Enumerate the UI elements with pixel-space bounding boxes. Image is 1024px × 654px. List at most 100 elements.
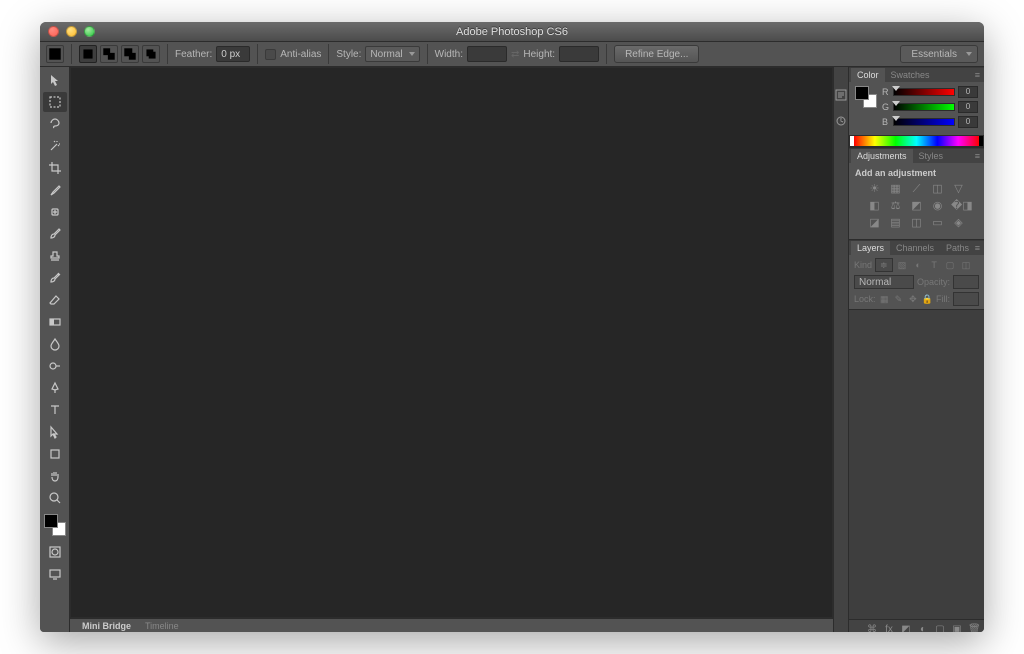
blend-mode-dropdown[interactable]: Normal	[854, 275, 914, 289]
channel-mixer-icon[interactable]: �◨	[951, 200, 966, 213]
bw-adjustment-icon[interactable]: ◩	[909, 200, 924, 213]
mask-icon[interactable]: ◩	[900, 624, 912, 632]
gradient-tool[interactable]	[43, 312, 67, 332]
gradient-map-icon[interactable]: ▭	[930, 217, 945, 230]
minimize-window-button[interactable]	[66, 26, 77, 37]
dodge-tool[interactable]	[43, 356, 67, 376]
refine-edge-button[interactable]: Refine Edge...	[614, 45, 699, 63]
selective-color-icon[interactable]: ◈	[951, 217, 966, 230]
r-slider[interactable]	[893, 88, 955, 96]
adjustment-layer-icon[interactable]: ◐	[917, 624, 929, 632]
color-spectrum[interactable]	[849, 135, 984, 147]
layers-tab[interactable]: Layers	[851, 241, 890, 255]
brush-tool[interactable]	[43, 224, 67, 244]
paths-tab[interactable]: Paths	[940, 241, 975, 255]
b-slider[interactable]	[893, 118, 955, 126]
intersect-selection-button[interactable]	[142, 45, 160, 63]
style-dropdown[interactable]: Normal	[365, 46, 419, 62]
fill-input[interactable]	[953, 292, 979, 306]
filter-adjust-icon[interactable]: ◐	[912, 259, 925, 272]
hue-adjustment-icon[interactable]: ◧	[867, 200, 882, 213]
pen-tool[interactable]	[43, 378, 67, 398]
history-brush-tool[interactable]	[43, 268, 67, 288]
new-selection-button[interactable]	[79, 45, 97, 63]
antialias-checkbox[interactable]	[265, 49, 276, 60]
channels-tab[interactable]: Channels	[890, 241, 940, 255]
color-swatch[interactable]	[44, 514, 66, 536]
crop-tool[interactable]	[43, 158, 67, 178]
lock-all-icon[interactable]: 🔒	[922, 293, 933, 306]
adjustments-tab[interactable]: Adjustments	[851, 149, 913, 163]
filter-smart-icon[interactable]: ◫	[960, 259, 973, 272]
foreground-color[interactable]	[44, 514, 58, 528]
filter-pixel-icon[interactable]: ▧	[896, 259, 909, 272]
new-layer-icon[interactable]: ▣	[951, 624, 963, 632]
eyedropper-tool[interactable]	[43, 180, 67, 200]
r-value[interactable]: 0	[958, 86, 978, 98]
height-input[interactable]	[559, 46, 599, 62]
close-window-button[interactable]	[48, 26, 59, 37]
subtract-selection-button[interactable]	[121, 45, 139, 63]
link-layers-icon[interactable]: ⌘	[866, 624, 878, 632]
filter-type-icon[interactable]: T	[928, 259, 941, 272]
opacity-input[interactable]	[953, 275, 979, 289]
brightness-adjustment-icon[interactable]: ☀	[867, 183, 882, 196]
lock-transparent-icon[interactable]: ▦	[879, 293, 890, 306]
lasso-tool[interactable]	[43, 114, 67, 134]
hand-tool[interactable]	[43, 466, 67, 486]
group-icon[interactable]: ▢	[934, 624, 946, 632]
path-tool[interactable]	[43, 422, 67, 442]
tool-preset-button[interactable]	[46, 45, 64, 63]
kind-dropdown[interactable]: ≑	[875, 258, 893, 272]
type-tool[interactable]	[43, 400, 67, 420]
width-input[interactable]	[467, 46, 507, 62]
move-tool[interactable]	[43, 70, 67, 90]
levels-adjustment-icon[interactable]: ▦	[888, 183, 903, 196]
threshold-adjustment-icon[interactable]: ◫	[909, 217, 924, 230]
g-value[interactable]: 0	[958, 101, 978, 113]
swatches-tab[interactable]: Swatches	[885, 68, 936, 82]
properties-panel-icon[interactable]	[835, 115, 847, 127]
posterize-adjustment-icon[interactable]: ▤	[888, 217, 903, 230]
delete-layer-icon[interactable]: 🗑	[968, 624, 980, 632]
zoom-window-button[interactable]	[84, 26, 95, 37]
blur-tool[interactable]	[43, 334, 67, 354]
stamp-tool[interactable]	[43, 246, 67, 266]
mini-bridge-tab[interactable]: Mini Bridge	[76, 621, 137, 631]
workspace-switcher[interactable]: Essentials	[900, 45, 978, 63]
zoom-tool[interactable]	[43, 488, 67, 508]
invert-adjustment-icon[interactable]: ◪	[867, 217, 882, 230]
styles-tab[interactable]: Styles	[913, 149, 950, 163]
lock-paint-icon[interactable]: ✎	[893, 293, 904, 306]
wand-tool[interactable]	[43, 136, 67, 156]
marquee-tool[interactable]	[43, 92, 67, 112]
balance-adjustment-icon[interactable]: ⚖	[888, 200, 903, 213]
eraser-tool[interactable]	[43, 290, 67, 310]
canvas[interactable]	[70, 67, 833, 618]
b-value[interactable]: 0	[958, 116, 978, 128]
g-slider[interactable]	[893, 103, 955, 111]
layer-list[interactable]	[849, 309, 984, 619]
timeline-tab[interactable]: Timeline	[139, 621, 185, 631]
vibrance-adjustment-icon[interactable]: ▽	[951, 183, 966, 196]
color-mini-swatch[interactable]	[855, 86, 877, 108]
feather-input[interactable]: 0 px	[216, 46, 250, 62]
color-tab[interactable]: Color	[851, 68, 885, 82]
swap-wh-icon[interactable]: ⇄	[511, 49, 519, 60]
exposure-adjustment-icon[interactable]: ◫	[930, 183, 945, 196]
screenmode-button[interactable]	[43, 564, 67, 584]
filter-shape-icon[interactable]: ▢	[944, 259, 957, 272]
quickmask-button[interactable]	[43, 542, 67, 562]
r-label: R	[882, 87, 890, 97]
healing-tool[interactable]	[43, 202, 67, 222]
history-panel-icon[interactable]	[835, 89, 847, 101]
curves-adjustment-icon[interactable]: ⟋	[909, 183, 924, 196]
adjustments-panel-header: Adjustments Styles	[849, 149, 984, 163]
lock-label: Lock:	[854, 294, 876, 304]
fx-icon[interactable]: fx	[883, 624, 895, 632]
window-controls	[48, 26, 95, 37]
add-selection-button[interactable]	[100, 45, 118, 63]
lock-move-icon[interactable]: ✥	[907, 293, 918, 306]
photo-filter-icon[interactable]: ◉	[930, 200, 945, 213]
shape-tool[interactable]	[43, 444, 67, 464]
